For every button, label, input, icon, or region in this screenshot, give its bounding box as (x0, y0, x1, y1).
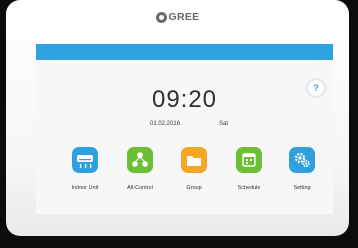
app-label: Schedule (237, 185, 261, 191)
app-label: Setting (293, 185, 311, 191)
clock-day: Sat (219, 121, 229, 127)
touch-screen: ? 09:20 01.02.2016 Sat Indoor Unit All-C… (36, 44, 333, 214)
app-all-control[interactable]: All-Control (115, 147, 165, 191)
gree-logo-icon (155, 11, 167, 23)
all-control-icon (127, 147, 153, 173)
status-bar (36, 44, 333, 60)
folder-icon (181, 147, 207, 173)
indoor-unit-icon (72, 147, 98, 173)
app-label: All-Control (127, 185, 153, 191)
app-group[interactable]: Group (169, 147, 219, 191)
app-indoor-unit[interactable]: Indoor Unit (60, 147, 110, 191)
gear-icon (289, 147, 315, 173)
control-panel-device: GREE ? 09:20 01.02.2016 Sat Indoor Unit (6, 0, 349, 236)
app-setting[interactable]: Setting (277, 147, 327, 191)
clock-time: 09:20 (151, 86, 218, 113)
app-schedule[interactable]: Schedule (224, 147, 274, 191)
app-launcher: Indoor Unit All-Control Group Schedule S… (36, 147, 333, 207)
brand-logo: GREE (6, 10, 349, 24)
app-label: Indoor Unit (71, 185, 99, 191)
app-label: Group (186, 185, 202, 191)
calendar-icon (236, 147, 262, 173)
brand-name: GREE (168, 11, 200, 23)
clock-date: 01.02.2016 (150, 121, 181, 127)
